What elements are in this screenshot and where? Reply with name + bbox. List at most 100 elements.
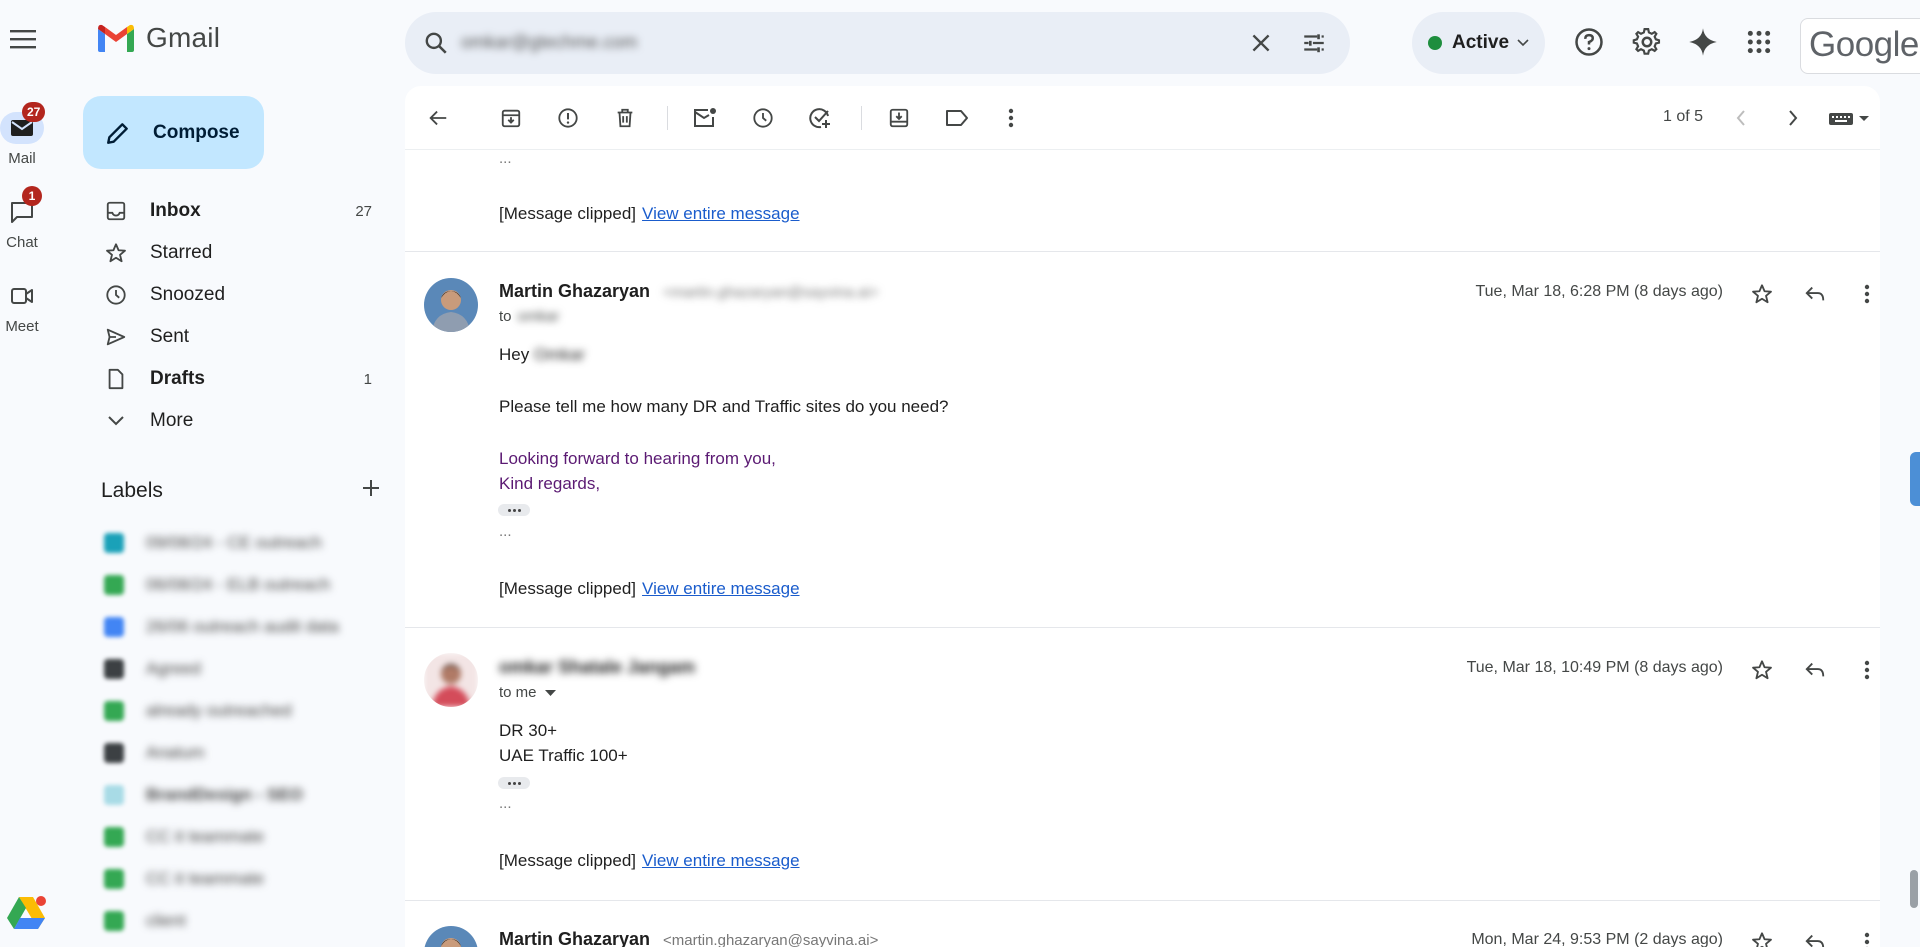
labels-header: Labels bbox=[101, 478, 381, 503]
label-item[interactable]: Agreed bbox=[104, 648, 384, 690]
main-menu-icon[interactable] bbox=[8, 24, 38, 54]
side-panel-toggle[interactable] bbox=[1910, 452, 1920, 506]
message-clipped-notice: [Message clipped] View entire message bbox=[499, 579, 800, 599]
sender-name[interactable]: Martin Ghazaryan bbox=[499, 281, 650, 302]
chevron-down-icon bbox=[1517, 34, 1529, 52]
search-icon[interactable] bbox=[423, 30, 449, 61]
message-body-line: DR 30+ bbox=[499, 721, 558, 740]
label-name: Agreed bbox=[146, 659, 201, 678]
mark-unread-icon[interactable] bbox=[689, 102, 721, 134]
label-color-icon bbox=[104, 869, 124, 889]
more-vert-icon[interactable] bbox=[1853, 656, 1880, 684]
label-item[interactable]: CC it teammate bbox=[104, 816, 384, 858]
gmail-m-icon bbox=[98, 24, 134, 52]
star-icon bbox=[104, 241, 128, 265]
label-item[interactable]: client bbox=[104, 900, 384, 942]
chat-icon: 1 bbox=[0, 186, 44, 228]
compose-label: Compose bbox=[153, 121, 240, 143]
scrollbar-thumb[interactable] bbox=[1910, 870, 1918, 908]
clear-search-icon[interactable] bbox=[1248, 30, 1274, 61]
label-color-icon bbox=[104, 617, 124, 637]
add-label-icon[interactable] bbox=[361, 478, 381, 503]
snooze-clock-icon[interactable] bbox=[747, 102, 779, 134]
label-item[interactable]: 26/06 outreach audit data bbox=[104, 606, 384, 648]
nav-drafts[interactable]: Drafts 1 bbox=[84, 358, 384, 400]
delete-trash-icon[interactable] bbox=[609, 102, 641, 134]
label-item[interactable]: already outreached bbox=[104, 690, 384, 732]
back-arrow-icon[interactable] bbox=[422, 102, 454, 134]
help-icon[interactable] bbox=[1573, 26, 1605, 58]
recipient-prefix: to bbox=[499, 308, 512, 325]
search-bar[interactable]: omkar@gtechme.com bbox=[405, 12, 1350, 74]
status-selector[interactable]: Active bbox=[1412, 12, 1545, 74]
view-entire-message-link[interactable]: View entire message bbox=[642, 851, 800, 870]
star-icon[interactable] bbox=[1748, 656, 1776, 684]
message-clipped-notice: [Message clipped] View entire message bbox=[499, 204, 800, 224]
rail-mail[interactable]: 27 Mail bbox=[0, 102, 46, 167]
reply-icon[interactable] bbox=[1801, 280, 1829, 308]
chevron-right-icon[interactable] bbox=[1777, 102, 1809, 134]
sender-name[interactable]: omkar Shatale Jangam bbox=[499, 657, 695, 678]
recipient-line[interactable]: to omkar bbox=[499, 308, 559, 325]
label-color-icon bbox=[104, 911, 124, 931]
chat-unread-badge: 1 bbox=[22, 186, 42, 206]
star-icon[interactable] bbox=[1748, 280, 1776, 308]
archive-icon[interactable] bbox=[495, 102, 527, 134]
avatar[interactable] bbox=[424, 278, 478, 332]
sender-name[interactable]: Martin Ghazaryan bbox=[499, 929, 650, 947]
gmail-logo[interactable]: Gmail bbox=[96, 22, 220, 54]
label-color-icon bbox=[104, 659, 124, 679]
star-icon[interactable] bbox=[1748, 928, 1776, 947]
google-drive-icon[interactable] bbox=[6, 895, 46, 931]
nav-starred[interactable]: Starred bbox=[84, 232, 384, 274]
avatar[interactable] bbox=[424, 653, 478, 707]
caret-down-icon[interactable] bbox=[544, 684, 556, 701]
report-spam-icon[interactable] bbox=[552, 102, 584, 134]
show-trimmed-content-button[interactable] bbox=[498, 504, 530, 516]
more-vert-icon[interactable] bbox=[995, 102, 1027, 134]
gemini-sparkle-icon[interactable] bbox=[1687, 26, 1719, 58]
more-vert-icon[interactable] bbox=[1853, 280, 1880, 308]
reply-icon[interactable] bbox=[1801, 928, 1829, 947]
message-greeting: Hey Omkar bbox=[499, 345, 585, 365]
show-trimmed-content-button[interactable] bbox=[498, 777, 530, 789]
view-entire-message-link[interactable]: View entire message bbox=[642, 579, 800, 598]
message-body-line: UAE Traffic 100+ bbox=[499, 746, 628, 765]
greeting-word: Hey bbox=[499, 345, 530, 364]
nav-inbox-label: Inbox bbox=[150, 200, 201, 221]
settings-gear-icon[interactable] bbox=[1631, 26, 1663, 58]
label-item[interactable]: BrandDesign - SEO bbox=[104, 774, 384, 816]
search-input[interactable]: omkar@gtechme.com bbox=[461, 32, 637, 53]
chevron-left-icon[interactable] bbox=[1725, 102, 1757, 134]
reply-icon[interactable] bbox=[1801, 656, 1829, 684]
avatar[interactable] bbox=[424, 926, 478, 947]
nav-more[interactable]: More bbox=[84, 400, 384, 442]
nav-sent[interactable]: Sent bbox=[84, 316, 384, 358]
label-item[interactable]: 06/08/24 - ELB outreach bbox=[104, 564, 384, 606]
label-name: CC it teammate bbox=[146, 827, 265, 846]
label-item[interactable]: CC it teammate bbox=[104, 858, 384, 900]
status-dot bbox=[1428, 36, 1442, 50]
more-vert-icon[interactable] bbox=[1853, 928, 1880, 947]
nav-snoozed-label: Snoozed bbox=[150, 284, 226, 305]
apps-grid-icon[interactable] bbox=[1743, 26, 1775, 58]
message-date: Tue, Mar 18, 6:28 PM (8 days ago) bbox=[1475, 283, 1723, 300]
recipient-text: to me bbox=[499, 684, 537, 701]
rail-chat-label: Chat bbox=[6, 234, 38, 251]
nav-inbox[interactable]: Inbox 27 bbox=[84, 190, 384, 232]
move-to-icon[interactable] bbox=[883, 102, 915, 134]
label-tag-icon[interactable] bbox=[941, 102, 973, 134]
nav-snoozed[interactable]: Snoozed bbox=[84, 274, 384, 316]
compose-button[interactable]: Compose bbox=[83, 96, 264, 169]
rail-chat[interactable]: 1 Chat bbox=[0, 186, 44, 251]
label-name: 26/06 outreach audit data bbox=[146, 617, 339, 636]
label-item[interactable]: Anatum bbox=[104, 732, 384, 774]
label-item[interactable]: 09/08/24 - CE outreach bbox=[104, 522, 384, 564]
recipient-line[interactable]: to me bbox=[499, 684, 556, 701]
search-options-icon[interactable] bbox=[1300, 30, 1328, 61]
google-account-button[interactable]: Google bbox=[1800, 18, 1920, 74]
rail-meet[interactable]: Meet bbox=[0, 280, 44, 335]
add-task-icon[interactable] bbox=[804, 102, 836, 134]
keyboard-input-icon[interactable] bbox=[1825, 102, 1875, 134]
view-entire-message-link[interactable]: View entire message bbox=[642, 204, 800, 223]
